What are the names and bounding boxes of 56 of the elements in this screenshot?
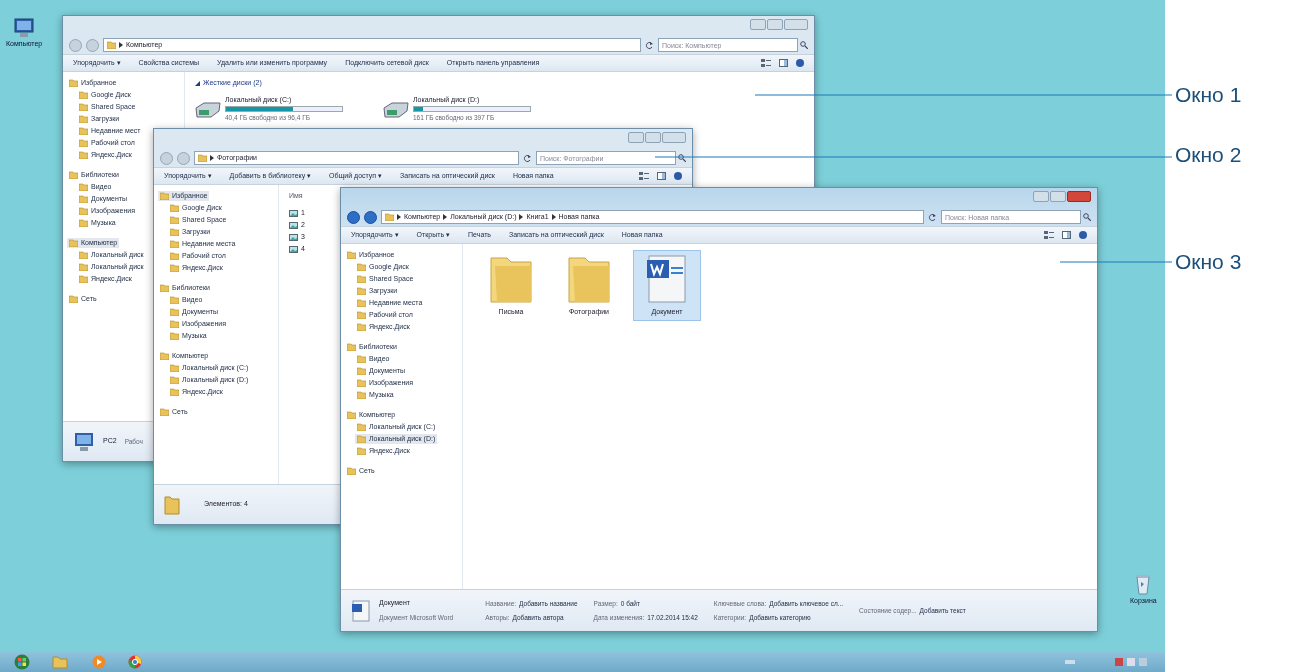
image-file-icon	[289, 246, 298, 253]
refresh-icon[interactable]	[523, 153, 532, 163]
help-icon[interactable]	[674, 172, 682, 180]
forward-button[interactable]	[364, 210, 377, 224]
folder-icon	[69, 295, 78, 303]
chevron-icon	[210, 155, 214, 161]
maximize-button[interactable]	[1050, 191, 1066, 202]
search-icon	[678, 154, 686, 162]
browser-icon[interactable]	[128, 655, 142, 669]
search-icon	[800, 41, 808, 49]
computer-icon	[13, 18, 36, 38]
maximize-button[interactable]	[645, 132, 661, 143]
folder-icon	[385, 213, 394, 221]
minimize-button[interactable]	[628, 132, 644, 143]
hard-drive-icon	[195, 99, 221, 118]
chevron-icon	[519, 214, 524, 220]
view-options-icon[interactable]	[1044, 231, 1054, 239]
window-label: Окно 1	[1175, 84, 1242, 105]
minimize-button[interactable]	[750, 19, 766, 30]
refresh-icon[interactable]	[645, 40, 654, 50]
refresh-icon[interactable]	[928, 212, 937, 222]
preview-pane-icon[interactable]	[657, 172, 666, 180]
word-document-icon	[351, 599, 371, 622]
media-player-icon[interactable]	[92, 655, 106, 669]
search-icon	[1083, 213, 1091, 221]
recycle-bin-icon	[1135, 573, 1152, 595]
chevron-icon	[397, 214, 401, 220]
image-file-icon	[289, 222, 298, 229]
window-label: Окно 2	[1175, 144, 1242, 165]
image-file-icon	[289, 234, 298, 241]
maximize-button[interactable]	[767, 19, 783, 30]
preview-pane-icon[interactable]	[1062, 231, 1071, 239]
window-label: Окно 3	[1175, 251, 1242, 272]
chevron-icon	[443, 214, 448, 220]
folder-icon	[107, 41, 116, 49]
collapse-arrow-icon	[195, 80, 200, 86]
image-file-icon	[289, 210, 298, 217]
computer-icon	[73, 431, 95, 452]
chevron-icon	[119, 42, 123, 48]
folder-icon	[198, 154, 207, 162]
hard-drive-icon	[383, 99, 409, 118]
view-options-icon[interactable]	[639, 172, 649, 180]
start-button-icon[interactable]	[14, 654, 30, 670]
help-icon[interactable]	[1079, 231, 1087, 239]
folder-icon	[164, 494, 180, 515]
folder-icon	[347, 467, 356, 475]
folder-icon	[160, 408, 169, 416]
word-document-icon	[645, 253, 689, 304]
preview-pane-icon[interactable]	[779, 59, 788, 67]
help-icon[interactable]	[796, 59, 804, 67]
back-button[interactable]	[347, 210, 360, 224]
close-button[interactable]	[784, 19, 808, 30]
view-options-icon[interactable]	[761, 59, 771, 67]
minimize-button[interactable]	[1033, 191, 1049, 202]
chevron-icon	[551, 214, 556, 220]
close-button[interactable]	[662, 132, 686, 143]
